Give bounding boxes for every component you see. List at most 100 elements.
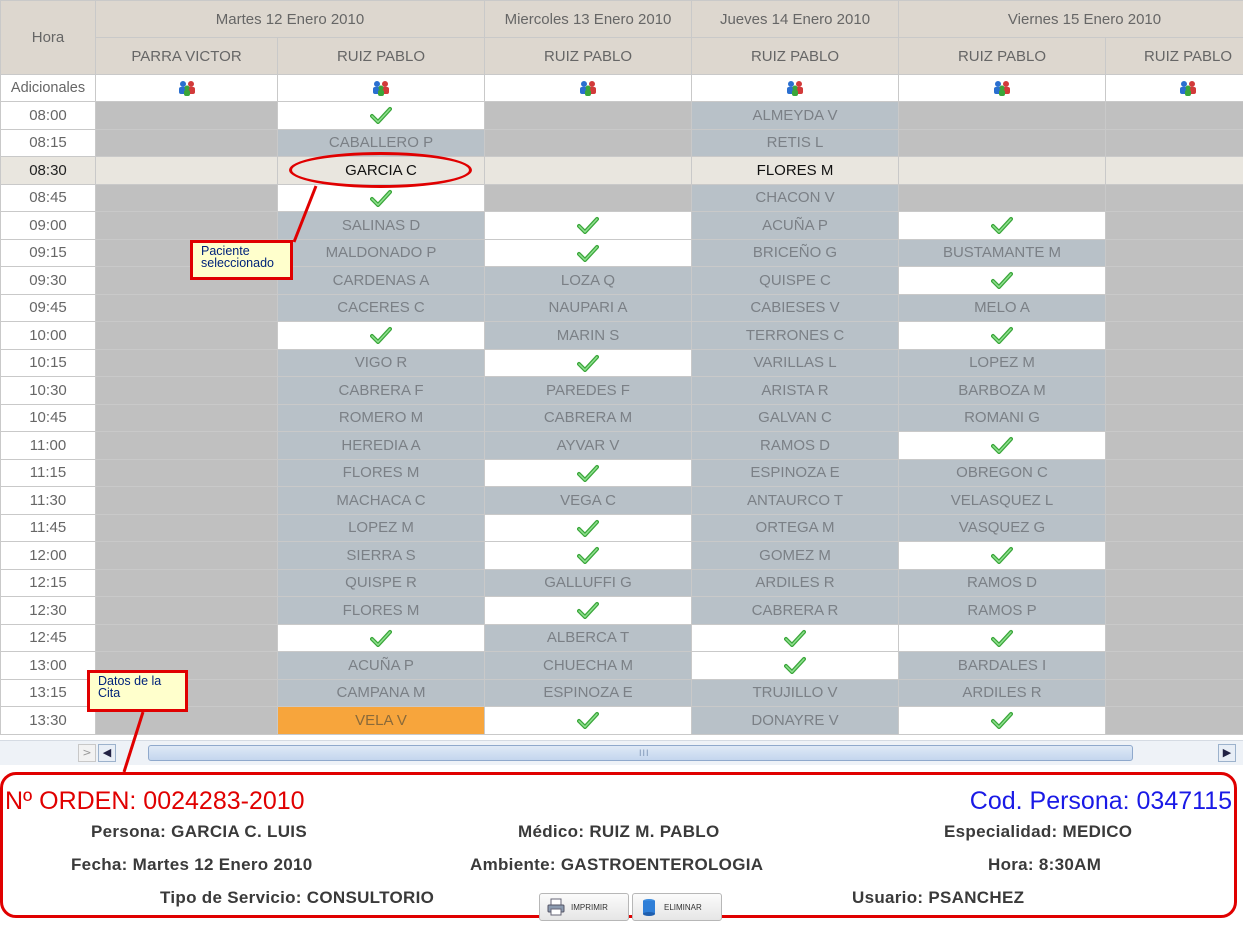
appointment-slot[interactable]: DONAYRE V (691, 706, 899, 735)
appointment-slot[interactable]: GALVAN C (691, 403, 899, 432)
available-slot[interactable] (898, 541, 1106, 570)
appointment-slot[interactable]: ORTEGA M (691, 513, 899, 542)
doctor-header[interactable]: RUIZ PABLO (1104, 37, 1243, 75)
appointment-slot[interactable]: CABRERA M (484, 403, 692, 432)
appointment-slot[interactable]: RAMOS P (898, 596, 1106, 625)
appointment-slot[interactable]: QUISPE C (691, 266, 899, 295)
available-slot[interactable] (277, 321, 485, 350)
appointment-slot[interactable]: HEREDIA A (277, 431, 485, 460)
appointment-slot[interactable]: FLORES M (691, 156, 899, 185)
appointment-slot[interactable]: VIGO R (277, 348, 485, 377)
appointment-slot[interactable]: MACHACA C (277, 486, 485, 515)
appointment-slot[interactable]: FLORES M (277, 596, 485, 625)
appointment-slot[interactable]: TERRONES C (691, 321, 899, 350)
appointment-slot[interactable]: ESPINOZA E (691, 458, 899, 487)
available-slot[interactable] (898, 266, 1106, 295)
scroll-right-icon[interactable]: ▶ (1218, 744, 1236, 762)
appointment-slot[interactable]: SIERRA S (277, 541, 485, 570)
appointment-slot[interactable]: RAMOS D (898, 568, 1106, 597)
scroll-arrow-right-icon[interactable]: > (78, 744, 96, 762)
appointment-slot[interactable]: BARDALES I (898, 651, 1106, 680)
appointment-slot[interactable]: VEGA C (484, 486, 692, 515)
available-slot[interactable] (277, 183, 485, 212)
appointment-slot[interactable]: ACUÑA P (277, 651, 485, 680)
appointment-slot[interactable]: ROMANI G (898, 403, 1106, 432)
available-slot[interactable] (898, 706, 1106, 735)
available-slot[interactable] (484, 348, 692, 377)
appointment-slot[interactable]: TRUJILLO V (691, 678, 899, 707)
appointment-slot[interactable]: BRICEÑO G (691, 238, 899, 267)
adicionales-button[interactable] (898, 74, 1106, 102)
available-slot[interactable] (484, 513, 692, 542)
adicionales-button[interactable] (1104, 74, 1243, 102)
horizontal-scrollbar[interactable]: > ◀ III ▶ (0, 740, 1243, 765)
appointment-slot[interactable]: FLORES M (277, 458, 485, 487)
appointment-slot[interactable]: CARDENAS A (277, 266, 485, 295)
appointment-slot[interactable]: RAMOS D (691, 431, 899, 460)
available-slot[interactable] (277, 101, 485, 130)
appointment-slot[interactable]: CABRERA F (277, 376, 485, 405)
appointment-slot[interactable]: CABIESES V (691, 293, 899, 322)
available-slot[interactable] (484, 596, 692, 625)
imprimir-button[interactable]: IMPRIMIR (539, 893, 629, 921)
eliminar-button[interactable]: ELIMINAR (632, 893, 722, 921)
appointment-slot[interactable]: GOMEZ M (691, 541, 899, 570)
appointment-slot[interactable]: NAUPARI A (484, 293, 692, 322)
appointment-slot-highlighted[interactable]: VELA V (277, 706, 485, 735)
adicionales-button[interactable] (95, 74, 278, 102)
appointment-slot[interactable]: BUSTAMANTE M (898, 238, 1106, 267)
appointment-slot[interactable]: ARDILES R (691, 568, 899, 597)
adicionales-button[interactable] (484, 74, 692, 102)
available-slot[interactable] (691, 651, 899, 680)
appointment-slot[interactable]: MALDONADO P (277, 238, 485, 267)
appointment-slot[interactable]: ALMEYDA V (691, 101, 899, 130)
appointment-slot[interactable]: LOPEZ M (898, 348, 1106, 377)
appointment-slot[interactable]: MELO A (898, 293, 1106, 322)
appointment-slot[interactable]: LOZA Q (484, 266, 692, 295)
doctor-header[interactable]: RUIZ PABLO (691, 37, 899, 75)
available-slot[interactable] (484, 706, 692, 735)
appointment-slot[interactable]: OBREGON C (898, 458, 1106, 487)
doctor-header[interactable]: RUIZ PABLO (484, 37, 692, 75)
appointment-slot[interactable]: VASQUEZ G (898, 513, 1106, 542)
appointment-slot[interactable]: ESPINOZA E (484, 678, 692, 707)
appointment-slot[interactable]: BARBOZA M (898, 376, 1106, 405)
appointment-slot[interactable]: ROMERO M (277, 403, 485, 432)
available-slot[interactable] (484, 541, 692, 570)
appointment-slot[interactable]: SALINAS D (277, 211, 485, 240)
available-slot[interactable] (898, 431, 1106, 460)
doctor-header[interactable]: RUIZ PABLO (898, 37, 1106, 75)
appointment-slot[interactable]: VELASQUEZ L (898, 486, 1106, 515)
appointment-slot[interactable]: MARIN S (484, 321, 692, 350)
appointment-slot[interactable]: CAMPANA M (277, 678, 485, 707)
available-slot[interactable] (691, 623, 899, 652)
appointment-slot[interactable]: LOPEZ M (277, 513, 485, 542)
appointment-slot[interactable]: CHUECHA M (484, 651, 692, 680)
adicionales-button[interactable] (277, 74, 485, 102)
available-slot[interactable] (484, 211, 692, 240)
adicionales-button[interactable] (691, 74, 899, 102)
appointment-slot[interactable]: CHACON V (691, 183, 899, 212)
appointment-slot[interactable]: CABRERA R (691, 596, 899, 625)
appointment-slot[interactable]: ARDILES R (898, 678, 1106, 707)
available-slot[interactable] (898, 321, 1106, 350)
appointment-slot[interactable]: AYVAR V (484, 431, 692, 460)
appointment-slot[interactable]: PAREDES F (484, 376, 692, 405)
available-slot[interactable] (484, 238, 692, 267)
appointment-slot[interactable]: ALBERCA T (484, 623, 692, 652)
available-slot[interactable] (484, 458, 692, 487)
doctor-header[interactable]: RUIZ PABLO (277, 37, 485, 75)
appointment-slot[interactable]: CACERES C (277, 293, 485, 322)
scrollbar-thumb[interactable]: III (148, 745, 1133, 761)
appointment-slot[interactable]: VARILLAS L (691, 348, 899, 377)
appointment-slot[interactable]: ANTAURCO T (691, 486, 899, 515)
available-slot[interactable] (277, 623, 485, 652)
appointment-slot[interactable]: GALLUFFI G (484, 568, 692, 597)
appointment-slot[interactable]: RETIS L (691, 128, 899, 157)
available-slot[interactable] (898, 211, 1106, 240)
scroll-left-icon[interactable]: ◀ (98, 744, 116, 762)
doctor-header[interactable]: PARRA VICTOR (95, 37, 278, 75)
appointment-slot[interactable]: ARISTA R (691, 376, 899, 405)
available-slot[interactable] (898, 623, 1106, 652)
appointment-slot[interactable]: QUISPE R (277, 568, 485, 597)
